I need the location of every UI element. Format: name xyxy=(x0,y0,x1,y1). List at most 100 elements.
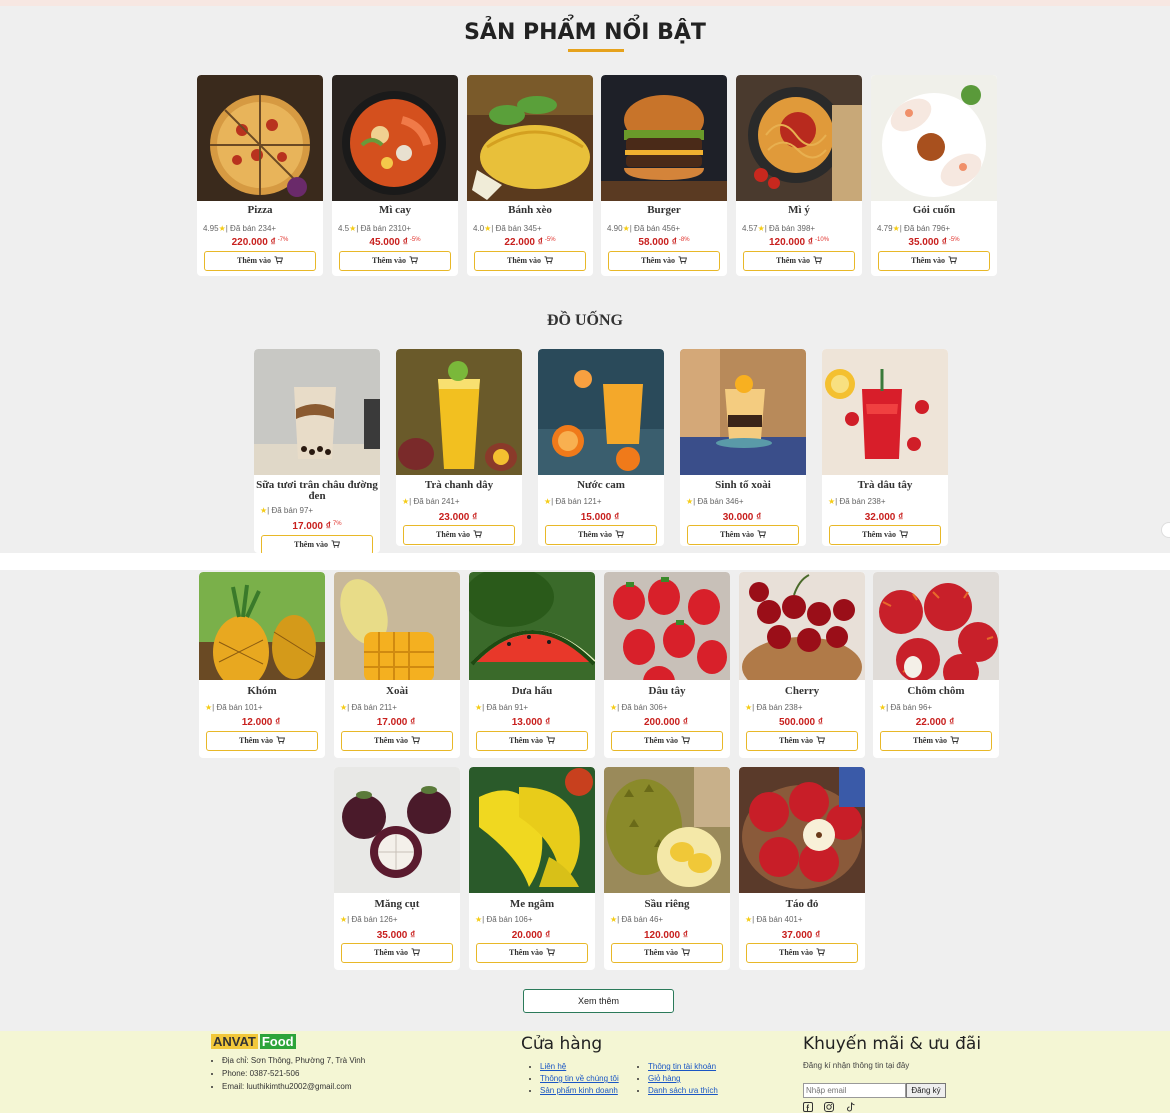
product-image[interactable] xyxy=(601,75,727,201)
add-to-cart-button[interactable]: Thêm vào xyxy=(608,251,720,271)
product-image[interactable] xyxy=(334,767,460,893)
product-name[interactable]: Sinh tố xoài xyxy=(680,480,806,491)
product-image[interactable] xyxy=(604,572,730,680)
product-card[interactable]: Bánh xèo 4.0★| Đã bán 345+ 22.000 ₫ -5% Thêm… xyxy=(467,75,593,276)
product-name[interactable]: Trà chanh dây xyxy=(396,480,522,491)
product-name[interactable]: Cherry xyxy=(739,686,865,697)
add-to-cart-button[interactable]: Thêm vào xyxy=(476,731,588,751)
product-image[interactable] xyxy=(469,572,595,680)
product-name[interactable]: Pizza xyxy=(197,205,323,216)
product-image[interactable] xyxy=(332,75,458,201)
add-to-cart-button[interactable]: Thêm vào xyxy=(878,251,990,271)
scroll-handle[interactable] xyxy=(1161,522,1170,538)
product-image[interactable] xyxy=(873,572,999,680)
add-to-cart-button[interactable]: Thêm vào xyxy=(261,535,373,553)
product-name[interactable]: Sữa tươi trân châu đường đen xyxy=(254,480,380,502)
product-card[interactable]: Pizza 4.95★| Đã bán 234+ 220.000 ₫ -7% Thêm … xyxy=(197,75,323,276)
add-to-cart-button[interactable]: Thêm vào xyxy=(476,943,588,963)
add-to-cart-button[interactable]: Thêm vào xyxy=(743,251,855,271)
product-name[interactable]: Chôm chôm xyxy=(873,686,999,697)
email-input[interactable] xyxy=(803,1083,906,1098)
add-to-cart-button[interactable]: Thêm vào xyxy=(880,731,992,751)
add-to-cart-button[interactable]: Thêm vào xyxy=(474,251,586,271)
add-to-cart-button[interactable]: Thêm vào xyxy=(746,731,858,751)
product-name[interactable]: Khóm xyxy=(199,686,325,697)
product-rating: 4.5 xyxy=(338,224,350,233)
product-card[interactable]: Mì ý 4.57★| Đã bán 398+ 120.000 ₫ -10% Thêm … xyxy=(736,75,862,276)
instagram-icon[interactable] xyxy=(824,1102,834,1113)
product-image[interactable] xyxy=(334,572,460,680)
product-name[interactable]: Dưa hấu xyxy=(469,686,595,697)
product-card[interactable]: Táo đỏ ★| Đã bán 401+ 37.000 ₫ Thêm vào xyxy=(739,767,865,970)
add-to-cart-button[interactable]: Thêm vào xyxy=(746,943,858,963)
product-image[interactable] xyxy=(739,572,865,680)
link-wishlist[interactable]: Danh sách ưa thích xyxy=(648,1086,718,1095)
product-image[interactable] xyxy=(736,75,862,201)
product-card[interactable]: Chôm chôm ★| Đã bán 96+ 22.000 ₫ Thêm vào xyxy=(873,572,999,758)
product-card[interactable]: Xoài ★| Đã bán 211+ 17.000 ₫ Thêm vào xyxy=(334,572,460,758)
product-card[interactable]: Dâu tây ★| Đã bán 306+ 200.000 ₫ Thêm vào xyxy=(604,572,730,758)
product-name[interactable]: Bánh xèo xyxy=(467,205,593,216)
product-card[interactable]: Trà dâu tây ★| Đã bán 238+ 32.000 ₫ Thêm và… xyxy=(822,349,948,546)
tiktok-icon[interactable] xyxy=(846,1102,856,1113)
product-card[interactable]: Trà chanh dây ★| Đã bán 241+ 23.000 ₫ Thêm … xyxy=(396,349,522,546)
add-to-cart-button[interactable]: Thêm vào xyxy=(611,943,723,963)
product-card[interactable]: Măng cụt ★| Đã bán 126+ 35.000 ₫ Thêm vào xyxy=(334,767,460,970)
product-image[interactable] xyxy=(396,349,522,475)
product-name[interactable]: Sầu riêng xyxy=(604,899,730,910)
signup-button[interactable]: Đăng ký xyxy=(906,1083,946,1098)
product-name[interactable]: Dâu tây xyxy=(604,686,730,697)
product-name[interactable]: Mì ý xyxy=(736,205,862,216)
link-account[interactable]: Thông tin tài khoản xyxy=(648,1062,716,1071)
product-card[interactable]: Khóm ★| Đã bán 101+ 12.000 ₫ Thêm vào xyxy=(199,572,325,758)
link-products[interactable]: Sản phẩm kinh doanh xyxy=(540,1086,618,1095)
product-image[interactable] xyxy=(467,75,593,201)
link-contact[interactable]: Liên hệ xyxy=(540,1062,566,1071)
add-to-cart-button[interactable]: Thêm vào xyxy=(829,525,941,545)
product-image[interactable] xyxy=(822,349,948,475)
add-to-cart-button[interactable]: Thêm vào xyxy=(611,731,723,751)
product-name[interactable]: Nước cam xyxy=(538,480,664,491)
product-name[interactable]: Xoài xyxy=(334,686,460,697)
product-card[interactable]: Sinh tố xoài ★| Đã bán 346+ 30.000 ₫ Thêm v… xyxy=(680,349,806,546)
product-image[interactable] xyxy=(871,75,997,201)
product-image[interactable] xyxy=(254,349,380,475)
view-more-button[interactable]: Xem thêm xyxy=(523,989,674,1013)
product-card[interactable]: Mì cay 4.5★| Đã bán 2310+ 45.000 ₫ -5% Thêm … xyxy=(332,75,458,276)
product-card[interactable]: Burger 4.90★| Đã bán 456+ 58.000 ₫ -8% Thêm … xyxy=(601,75,727,276)
product-name[interactable]: Táo đỏ xyxy=(739,899,865,910)
product-name[interactable]: Me ngâm xyxy=(469,899,595,910)
product-name[interactable]: Măng cụt xyxy=(334,899,460,910)
product-card[interactable]: Dưa hấu ★| Đã bán 91+ 13.000 ₫ Thêm vào xyxy=(469,572,595,758)
facebook-icon[interactable] xyxy=(803,1102,813,1113)
product-card[interactable]: Sữa tươi trân châu đường đen ★| Đã bán 97… xyxy=(254,349,380,553)
product-card[interactable]: Me ngâm ★| Đã bán 106+ 20.000 ₫ Thêm vào xyxy=(469,767,595,970)
add-to-cart-button[interactable]: Thêm vào xyxy=(339,251,451,271)
product-image[interactable] xyxy=(739,767,865,893)
product-image[interactable] xyxy=(469,767,595,893)
product-name[interactable]: Gỏi cuốn xyxy=(871,205,997,216)
product-image[interactable] xyxy=(197,75,323,201)
add-to-cart-button[interactable]: Thêm vào xyxy=(204,251,316,271)
product-name[interactable]: Trà dâu tây xyxy=(822,480,948,491)
add-to-cart-button[interactable]: Thêm vào xyxy=(341,943,453,963)
product-name[interactable]: Burger xyxy=(601,205,727,216)
footer-brand-logo[interactable]: ANVAT Food xyxy=(211,1034,296,1049)
product-name[interactable]: Mì cay xyxy=(332,205,458,216)
add-to-cart-button[interactable]: Thêm vào xyxy=(687,525,799,545)
product-image[interactable] xyxy=(538,349,664,475)
product-image[interactable] xyxy=(199,572,325,680)
add-to-cart-button[interactable]: Thêm vào xyxy=(403,525,515,545)
product-card[interactable]: Gỏi cuốn 4.79★| Đã bán 796+ 35.000 ₫ -5% Thê… xyxy=(871,75,997,276)
product-card[interactable]: Sầu riêng ★| Đã bán 46+ 120.000 ₫ Thêm vào xyxy=(604,767,730,970)
product-card[interactable]: Cherry ★| Đã bán 238+ 500.000 ₫ Thêm vào xyxy=(739,572,865,758)
product-image[interactable] xyxy=(680,349,806,475)
add-to-cart-button[interactable]: Thêm vào xyxy=(206,731,318,751)
link-about[interactable]: Thông tin về chúng tôi xyxy=(540,1074,619,1083)
add-to-cart-button[interactable]: Thêm vào xyxy=(341,731,453,751)
product-image[interactable] xyxy=(604,767,730,893)
cart-icon xyxy=(331,540,340,550)
link-cart[interactable]: Giỏ hàng xyxy=(648,1074,680,1083)
add-to-cart-button[interactable]: Thêm vào xyxy=(545,525,657,545)
product-card[interactable]: Nước cam ★| Đã bán 121+ 15.000 ₫ Thêm vào xyxy=(538,349,664,546)
